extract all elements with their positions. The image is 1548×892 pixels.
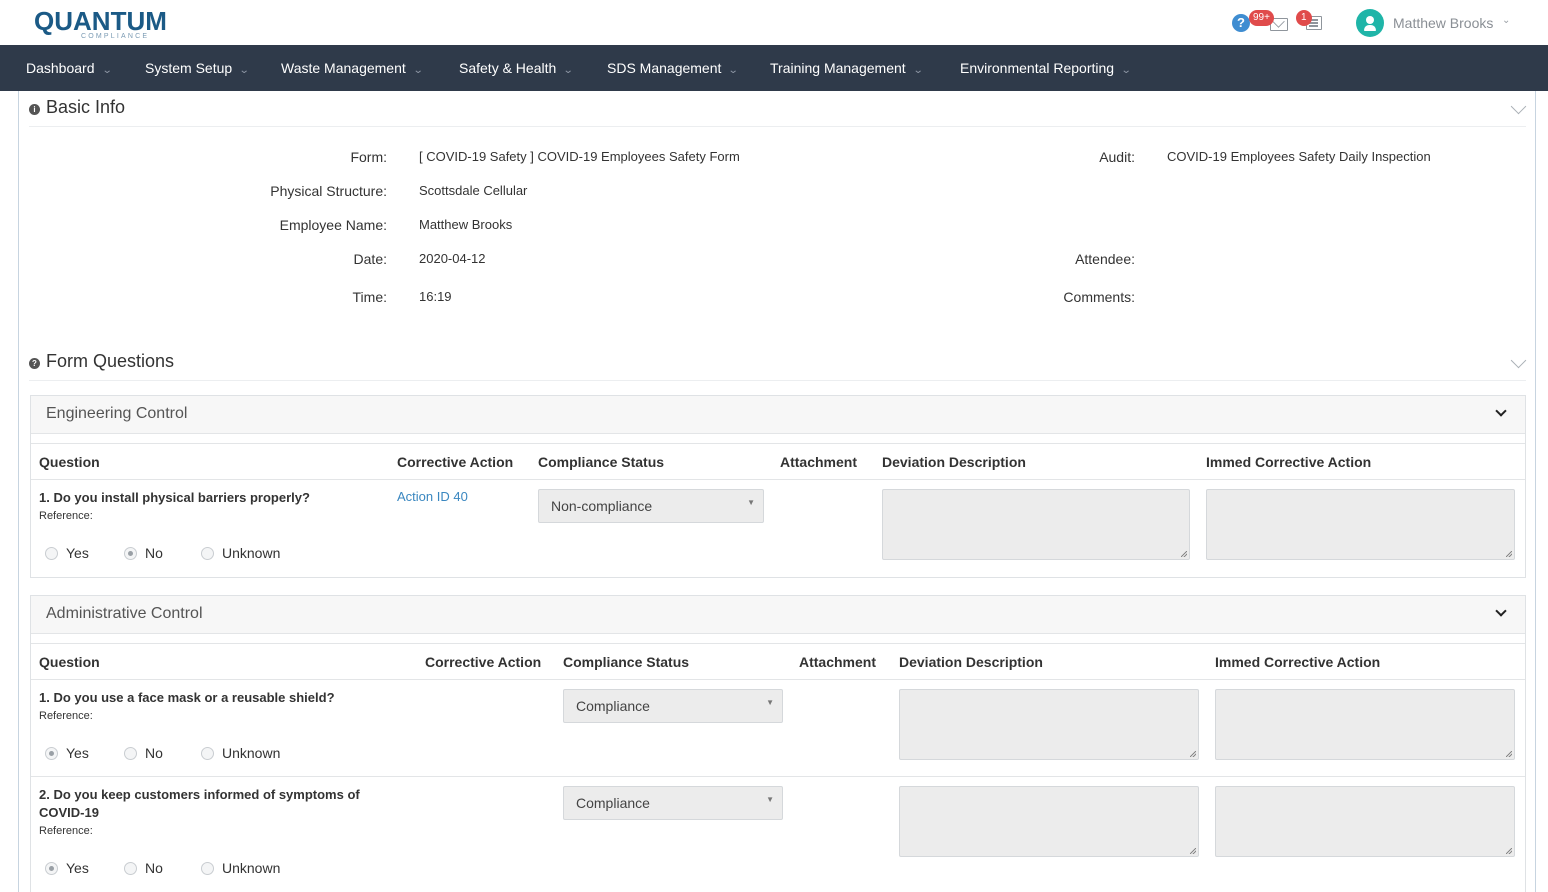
nav-environmental-reporting[interactable]: Environmental Reporting ⌄ <box>960 45 1132 91</box>
column-header-corrective-action: Corrective Action <box>397 454 514 470</box>
user-menu-name[interactable]: Matthew Brooks <box>1393 15 1493 31</box>
chevron-down-icon: ⌄ <box>412 65 424 76</box>
physical-structure-value: Scottsdale Cellular <box>419 183 528 198</box>
chevron-down-icon[interactable] <box>1510 98 1527 115</box>
main-nav: Dashboard ⌄ System Setup ⌄ Waste Managemen… <box>0 45 1548 91</box>
panel-header[interactable]: Engineering Control <box>31 396 1525 434</box>
employee-name-label: Employee Name: <box>279 217 387 233</box>
questions-table: Question Corrective Action Compliance St… <box>31 443 1525 576</box>
nav-system-setup[interactable]: System Setup ⌄ <box>145 45 250 91</box>
deviation-description-textarea[interactable] <box>882 489 1190 560</box>
comments-label: Comments: <box>1063 289 1135 305</box>
reference-label: Reference: <box>39 510 93 522</box>
section-title: Form Questions <box>46 351 175 371</box>
notifications-badge: 1 <box>1296 10 1312 26</box>
deviation-description-textarea[interactable] <box>899 689 1199 760</box>
employee-name-value: Matthew Brooks <box>419 217 513 232</box>
caret-down-icon: ▼ <box>766 795 774 804</box>
column-header-deviation: Deviation Description <box>882 454 1026 470</box>
basic-info-header[interactable]: i Basic Info <box>29 91 1527 127</box>
corrective-action-link[interactable]: Action ID 40 <box>397 489 468 504</box>
chevron-down-icon: ⌄ <box>563 65 574 76</box>
audit-value: COVID-19 Employees Safety Daily Inspecti… <box>1167 149 1431 164</box>
question-text: 1. Do you install physical barriers prop… <box>39 490 310 505</box>
column-header-compliance-status: Compliance Status <box>563 654 690 670</box>
caret-down-icon: ▼ <box>747 498 755 507</box>
questions-table: Question Corrective Action Compliance St… <box>31 643 1525 892</box>
user-avatar[interactable] <box>1356 9 1384 37</box>
administrative-control-panel: Administrative Control Question Correcti… <box>30 595 1526 892</box>
immed-corrective-action-textarea[interactable] <box>1206 489 1515 560</box>
time-label: Time: <box>352 289 387 305</box>
date-label: Date: <box>353 251 387 267</box>
nav-waste-management[interactable]: Waste Management ⌄ <box>281 45 424 91</box>
chevron-down-icon: ⌄ <box>238 65 250 76</box>
column-header-attachment: Attachment <box>799 654 877 670</box>
chevron-down-icon[interactable] <box>1495 405 1507 417</box>
quantum-compliance-logo[interactable]: QUANTUM COMPLIANCE <box>34 6 167 42</box>
top-header: QUANTUM COMPLIANCE ? 99+ 1 Matthew Brook… <box>0 0 1548 45</box>
form-questions-header[interactable]: ? Form Questions <box>29 345 1527 381</box>
chevron-down-icon[interactable] <box>1495 605 1507 617</box>
panel-title: Engineering Control <box>46 405 188 422</box>
column-header-compliance-status: Compliance Status <box>538 454 665 470</box>
question-text: 1. Do you use a face mask or a reusable … <box>39 690 335 705</box>
logo-subtitle: COMPLIANCE <box>81 33 150 40</box>
panel-header[interactable]: Administrative Control <box>31 596 1525 634</box>
chevron-down-icon: ⌄ <box>1120 65 1132 76</box>
chevron-down-icon[interactable] <box>1510 352 1527 369</box>
answer-radio-group: Yes No Unknown <box>45 744 305 764</box>
form-value: [ COVID-19 Safety ] COVID-19 Employees S… <box>419 149 740 164</box>
info-icon: i <box>29 104 40 115</box>
logo-wordmark: QUANTUM <box>34 6 167 36</box>
answer-radio-group: Yes No Unknown <box>45 859 305 879</box>
column-header-immed-action: Immed Corrective Action <box>1206 454 1372 470</box>
audit-label: Audit: <box>1099 149 1135 165</box>
nav-sds-management[interactable]: SDS Management ⌄ <box>607 45 740 91</box>
header-icons: ? 99+ 1 <box>1232 10 1332 38</box>
column-header-attachment: Attachment <box>780 454 858 470</box>
header-divider <box>31 679 1525 680</box>
engineering-control-panel: Engineering Control Question Corrective … <box>30 395 1526 578</box>
question-icon: ? <box>29 358 40 369</box>
column-header-corrective-action: Corrective Action <box>425 654 542 670</box>
attendee-label: Attendee: <box>1075 251 1135 267</box>
caret-down-icon: ▼ <box>766 698 774 707</box>
nav-dashboard[interactable]: Dashboard ⌄ <box>26 45 113 91</box>
immed-corrective-action-textarea[interactable] <box>1215 786 1515 857</box>
column-header-immed-action: Immed Corrective Action <box>1215 654 1381 670</box>
question-text: 2. Do you keep customers informed of sym… <box>39 787 360 820</box>
content-frame: i Basic Info Form: [ COVID-19 Safety ] C… <box>18 91 1536 892</box>
chevron-down-icon: ⌄ <box>728 65 740 76</box>
help-icon[interactable]: ? <box>1232 14 1250 32</box>
nav-training-management[interactable]: Training Management ⌄ <box>770 45 924 91</box>
date-value: 2020-04-12 <box>419 251 486 266</box>
answer-radio-group: Yes No Unknown <box>45 544 305 564</box>
immed-corrective-action-textarea[interactable] <box>1215 689 1515 760</box>
deviation-description-textarea[interactable] <box>899 786 1199 857</box>
column-header-deviation: Deviation Description <box>899 654 1043 670</box>
column-header-question: Question <box>39 454 100 470</box>
nav-safety-health[interactable]: Safety & Health ⌄ <box>459 45 574 91</box>
chevron-down-icon: ⌄ <box>101 65 113 76</box>
physical-structure-label: Physical Structure: <box>270 183 387 199</box>
chevron-down-icon: ⌄ <box>912 65 924 76</box>
reference-label: Reference: <box>39 825 93 837</box>
reference-label: Reference: <box>39 710 93 722</box>
compliance-status-select[interactable]: Compliance ▼ <box>563 786 783 820</box>
compliance-status-select[interactable]: Non-compliance ▼ <box>538 489 764 523</box>
header-divider <box>31 479 1525 480</box>
column-header-question: Question <box>39 654 100 670</box>
mail-badge: 99+ <box>1249 10 1274 26</box>
chevron-down-icon[interactable]: ⌄ <box>1502 15 1510 26</box>
row-divider <box>31 776 1525 777</box>
time-value: 16:19 <box>419 289 452 304</box>
section-title: Basic Info <box>46 97 126 117</box>
compliance-status-select[interactable]: Compliance ▼ <box>563 689 783 723</box>
panel-title: Administrative Control <box>46 605 203 622</box>
form-label: Form: <box>350 149 387 165</box>
